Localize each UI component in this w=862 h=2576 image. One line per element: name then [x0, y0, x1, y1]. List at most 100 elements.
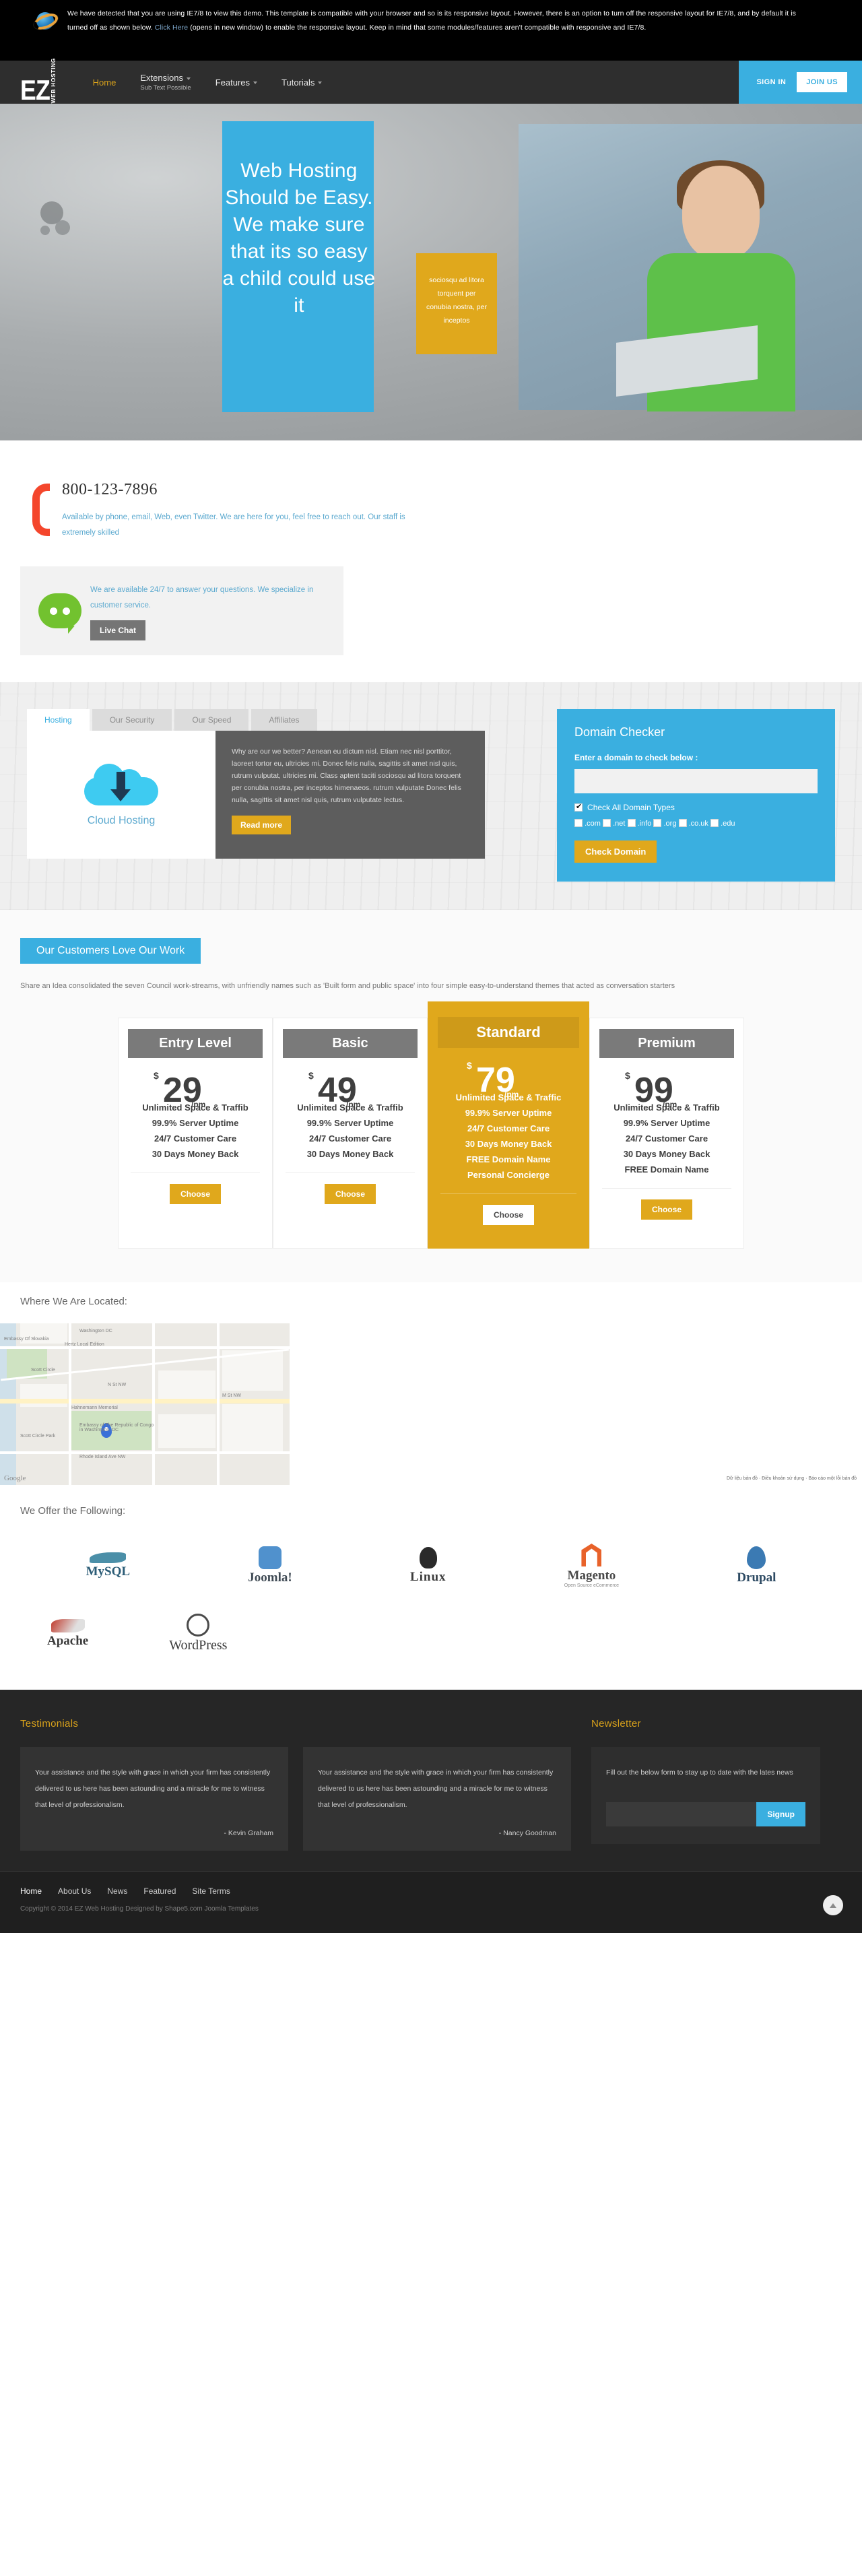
map-label: N St NW [108, 1383, 127, 1387]
hero-photo-child [519, 124, 862, 411]
tab-hosting[interactable]: Hosting [27, 709, 90, 731]
domain-checker-widget: Domain Checker Enter a domain to check b… [557, 709, 835, 882]
footer-widgets: Testimonials Your assistance and the sty… [0, 1690, 862, 1871]
footer-bottom-bar: Home About Us News Featured Site Terms C… [0, 1871, 862, 1933]
pricing-intro-text: Share an Idea consolidated the seven Cou… [20, 982, 675, 990]
site-logo[interactable]: EZ WEB HOSTING [0, 58, 57, 107]
hero-banner: Web Hosting Should be Easy. We make sure… [0, 104, 862, 440]
domain-checker-title: Domain Checker [574, 725, 665, 739]
services-tabs-panel: Hosting Our Security Our Speed Affiliate… [27, 709, 542, 882]
mysql-dolphin-icon [90, 1552, 127, 1563]
copyright-text: Copyright © 2014 EZ Web Hosting Designed… [20, 1905, 259, 1913]
live-chat-button[interactable]: Live Chat [90, 620, 146, 640]
menu-item-tutorials[interactable]: Tutorials [269, 61, 334, 104]
live-chat-box: We are available 24/7 to answer your que… [20, 566, 343, 655]
chevron-up-icon [830, 1903, 836, 1908]
brand-name: WordPress [169, 1638, 228, 1653]
map-label: Embassy Of Slovakia [4, 1337, 49, 1342]
testimonial-author: - Nancy Goodman [498, 1829, 556, 1837]
checkbox-info[interactable] [627, 819, 636, 827]
domain-search-input[interactable] [574, 769, 818, 793]
plan-title: Premium [599, 1029, 734, 1058]
footer-link-site-terms[interactable]: Site Terms [192, 1886, 230, 1896]
chat-description: We are available 24/7 to answer your que… [90, 586, 314, 609]
plan-price: $ 49 /pm [283, 1070, 418, 1112]
menu-item-home[interactable]: Home [81, 61, 129, 104]
brand-subtitle: Open Source eCommerce [564, 1583, 620, 1588]
chevron-down-icon [186, 77, 191, 80]
pricing-heading: Our Customers Love Our Work [20, 938, 201, 964]
checkbox-org[interactable] [653, 819, 662, 827]
currency-symbol: $ [154, 1070, 159, 1081]
footer-link-about-us[interactable]: About Us [58, 1886, 91, 1896]
testimonials-block: Testimonials Your assistance and the sty… [20, 1718, 572, 1851]
currency-symbol: $ [625, 1070, 630, 1081]
footer-link-news[interactable]: News [107, 1886, 127, 1896]
menu-item-extensions-sub: Sub Text Possible [140, 84, 191, 92]
check-all-domain-types-row[interactable]: Check All Domain Types [574, 802, 818, 812]
map-attribution: Dữ liệu bản đồ · Điều khoản sử dụng · Bá… [726, 1476, 857, 1481]
brand-name: Joomla! [248, 1571, 292, 1585]
chat-bubble-icon [30, 581, 90, 640]
price-period: /pm [663, 1100, 677, 1109]
check-domain-button[interactable]: Check Domain [574, 840, 657, 863]
location-map[interactable]: Washington DC Hertz Local Edition Scott … [0, 1323, 862, 1485]
ie-notice-link[interactable]: Click Here [155, 24, 188, 32]
check-all-checkbox[interactable] [574, 802, 583, 812]
join-us-button[interactable]: JOIN US [797, 72, 847, 92]
map-section-title: Where We Are Located: [20, 1296, 127, 1307]
drupal-droplet-icon [747, 1546, 766, 1569]
footer-link-featured[interactable]: Featured [143, 1886, 176, 1896]
contact-section: 800-123-7896 Available by phone, email, … [0, 440, 862, 682]
map-label: Scott Circle [31, 1368, 55, 1373]
domain-type-edu: .edu [721, 820, 735, 828]
menu-item-extensions[interactable]: Extensions Sub Text Possible [128, 61, 203, 104]
plan-feature: 24/7 Customer Care [625, 1133, 708, 1144]
read-more-button[interactable]: Read more [232, 816, 292, 834]
plan-basic: Basic $ 49 /pm Unlimited Space & Traffib… [273, 1018, 428, 1249]
brand-wordpress: WordPress [169, 1614, 227, 1653]
newsletter-signup-button[interactable]: Signup [756, 1802, 805, 1826]
brand-joomla: Joomla! [248, 1546, 292, 1585]
menu-item-home-label: Home [92, 77, 117, 88]
domain-checker-label: Enter a domain to check below : [574, 753, 698, 762]
newsletter-email-input[interactable] [606, 1802, 757, 1826]
choose-button[interactable]: Choose [482, 1205, 534, 1225]
price-period: /pm [191, 1100, 206, 1109]
brand-magento: Magento Open Source eCommerce [564, 1544, 619, 1588]
plan-feature: 30 Days Money Back [623, 1149, 710, 1159]
chevron-down-icon [318, 81, 323, 85]
tab-our-speed[interactable]: Our Speed [174, 709, 249, 731]
ie-notice-text: We have detected that you are using IE7/… [67, 7, 815, 35]
map-label: Rhode Island Ave NW [79, 1455, 126, 1459]
main-menu: Home Extensions Sub Text Possible Featur… [81, 61, 335, 104]
newsletter-block: Newsletter Fill out the below form to st… [591, 1718, 820, 1851]
logo-text: EZ [20, 74, 51, 106]
map-label: Hertz Local Edition [65, 1342, 104, 1347]
tab-affiliates[interactable]: Affiliates [251, 709, 317, 731]
pricing-plans: Entry Level $ 29 /pm Unlimited Space & T… [0, 1001, 862, 1249]
tab-our-security[interactable]: Our Security [92, 709, 172, 731]
ie-compatibility-notice: We have detected that you are using IE7/… [0, 0, 862, 61]
checkbox-couk[interactable] [678, 819, 687, 827]
footer-link-home[interactable]: Home [20, 1886, 42, 1896]
plan-feature: 24/7 Customer Care [467, 1123, 550, 1133]
map-label: M St NW [222, 1393, 241, 1398]
brand-linux: Linux [410, 1547, 446, 1585]
checkbox-com[interactable] [574, 819, 583, 827]
plan-feature: 99.9% Server Uptime [152, 1118, 239, 1128]
logo-tagline: WEB HOSTING [49, 57, 57, 104]
checkbox-edu[interactable] [710, 819, 719, 827]
scroll-to-top-button[interactable] [823, 1895, 843, 1915]
tab-panel-content: Cloud Hosting Why are our we better? Aen… [27, 731, 542, 859]
choose-button[interactable]: Choose [169, 1184, 221, 1204]
checkbox-net[interactable] [603, 819, 611, 827]
contact-description: Available by phone, email, Web, even Twi… [62, 513, 405, 537]
location-section: Where We Are Located: Washington DC Hert… [0, 1282, 862, 1485]
choose-button[interactable]: Choose [640, 1199, 692, 1220]
choose-button[interactable]: Choose [324, 1184, 376, 1204]
domain-type-com: .com [585, 820, 601, 828]
sign-in-button[interactable]: SIGN IN [756, 78, 786, 86]
plan-feature: 30 Days Money Back [152, 1149, 239, 1159]
menu-item-features[interactable]: Features [203, 61, 269, 104]
